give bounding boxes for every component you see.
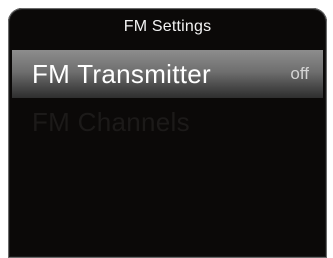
settings-menu: FM Transmitter off FM Channels xyxy=(12,50,323,146)
menu-item-label: FM Channels xyxy=(32,106,190,137)
menu-item-fm-channels[interactable]: FM Channels xyxy=(12,98,323,146)
page-title: FM Settings xyxy=(123,18,212,35)
header-bar: FM Settings xyxy=(8,8,327,46)
menu-item-fm-transmitter[interactable]: FM Transmitter off xyxy=(12,50,323,98)
device-screen: FM Settings FM Transmitter off FM Channe… xyxy=(8,8,327,258)
menu-item-label: FM Transmitter xyxy=(32,58,211,89)
menu-item-status: off xyxy=(290,64,309,83)
